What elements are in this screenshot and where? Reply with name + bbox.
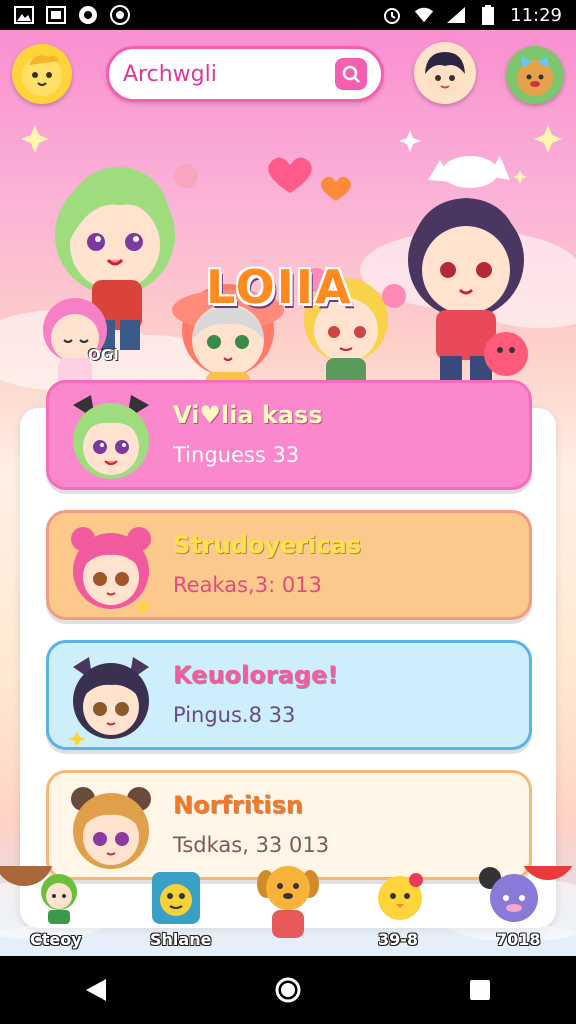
hero-tag: OGI — [88, 346, 119, 364]
list-item-subtitle: Reakas,3: 013 — [173, 573, 322, 597]
hero-banner: LOIIA OGI — [0, 120, 576, 410]
list-item[interactable]: Vi♥lia kass Tinguess 33 — [46, 380, 532, 490]
list-item-title: Vi♥lia kass — [173, 401, 323, 429]
mouse-mascot-icon — [479, 867, 538, 922]
dock-label: Shlane — [150, 930, 212, 949]
green-hair-boy-icon — [41, 874, 77, 924]
status-time: 11:29 — [510, 4, 562, 26]
home-icon[interactable] — [258, 960, 318, 1020]
recents-icon[interactable] — [450, 960, 510, 1020]
dock-item-mouse[interactable] — [476, 866, 546, 924]
bottom-dock: Cteoy Shlane 39-8 7018 — [0, 866, 576, 956]
pink-bear-girl-icon — [71, 527, 152, 615]
status-left — [14, 5, 130, 25]
brown-bear-girl-icon — [71, 787, 151, 869]
list-item-subtitle: Tsdkas, 33 013 — [173, 833, 330, 857]
search-bar[interactable]: Archwgli — [106, 46, 384, 102]
navy-cat-girl-icon — [68, 657, 149, 745]
list-item-title: Norfritisn — [173, 791, 303, 819]
list-item-subtitle: Tinguess 33 — [173, 443, 300, 467]
sync-icon — [78, 5, 98, 25]
alarm-icon — [382, 5, 402, 25]
heart-search-icon[interactable] — [335, 58, 367, 90]
search-input[interactable]: Archwgli — [123, 62, 335, 87]
bear-bow-icon — [517, 56, 553, 96]
system-nav-bar — [0, 956, 576, 1024]
app-screen: Archwgli LOIIA OGI Vi♥lia kass Tinguess … — [0, 30, 576, 956]
profile-avatar[interactable] — [12, 44, 72, 104]
top-bar: Archwgli — [0, 30, 576, 120]
list-item[interactable]: Strudoyericas Reakas,3: 013 — [46, 510, 532, 620]
wifi-icon — [414, 5, 434, 25]
list-item-title: Keuolorage! — [173, 661, 339, 689]
list-item-title: Strudoyericas — [173, 531, 362, 559]
chick-icon — [22, 55, 62, 96]
status-right: 11:29 — [382, 5, 562, 26]
signal-icon — [446, 5, 466, 25]
green-cat-girl-icon — [73, 395, 149, 479]
hero-title: LOIIA — [206, 260, 353, 314]
dock-item-cteoy[interactable] — [34, 870, 84, 926]
list-item-subtitle: Pingus.8 33 — [173, 703, 296, 727]
dock-label: Cteoy — [30, 930, 82, 949]
yellow-chick-icon — [378, 873, 423, 920]
dock-item-shlane[interactable] — [150, 868, 202, 928]
boy-face-icon — [425, 52, 465, 96]
picture-icon — [46, 5, 66, 25]
back-icon[interactable] — [66, 960, 126, 1020]
dock-label: 39-8 — [378, 930, 419, 949]
status-bar: 11:29 — [0, 0, 576, 30]
dock-label: 7018 — [496, 930, 541, 949]
list-item[interactable]: Keuolorage! Pingus.8 33 — [46, 640, 532, 750]
pet-avatar[interactable] — [506, 46, 564, 104]
friend-avatar[interactable] — [414, 42, 476, 104]
dog-mascot-icon — [257, 866, 319, 938]
dock-item-chick[interactable] — [372, 870, 428, 922]
gallery-icon — [14, 5, 34, 25]
dock-item-dog[interactable] — [256, 860, 320, 944]
camera-icon — [110, 5, 130, 25]
battery-icon — [478, 5, 498, 25]
frog-card-icon — [152, 872, 200, 924]
